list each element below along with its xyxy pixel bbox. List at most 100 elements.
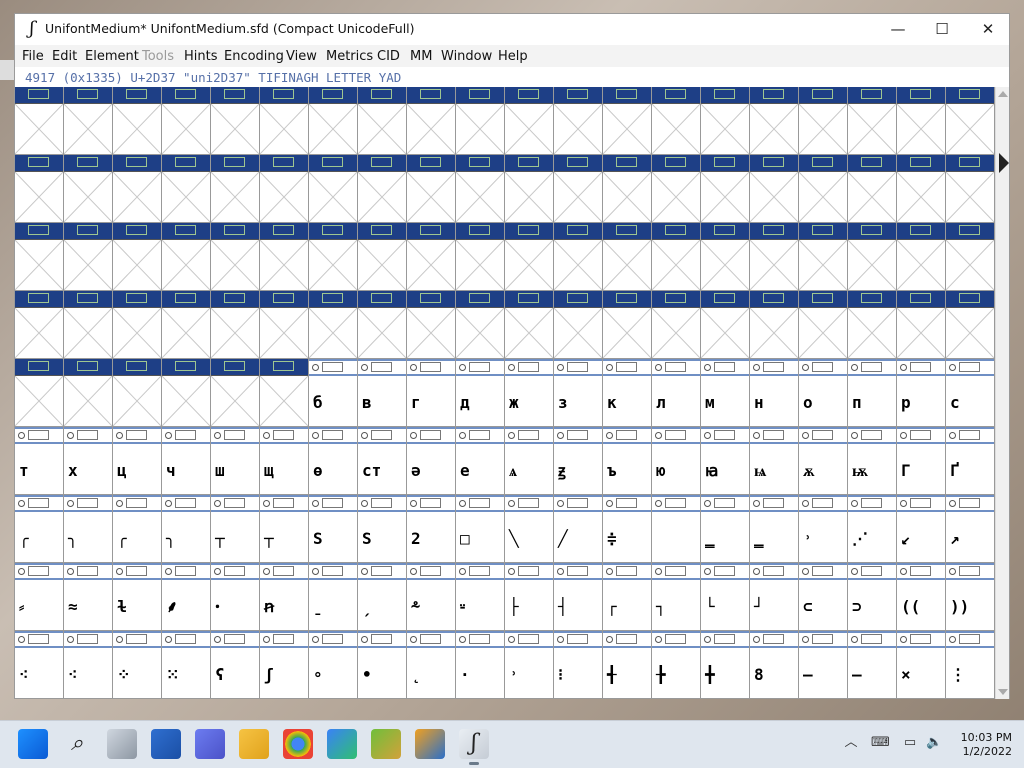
- glyph-cell[interactable]: м: [701, 359, 750, 427]
- glyph-cell[interactable]: [162, 359, 211, 427]
- glyph-cell[interactable]: [358, 291, 407, 359]
- glyph-cell[interactable]: ╮: [64, 495, 113, 563]
- glyph-cell[interactable]: к: [603, 359, 652, 427]
- chrome-icon[interactable]: [283, 729, 313, 759]
- glyph-cell[interactable]: ꙃ: [554, 427, 603, 495]
- glyph-cell[interactable]: [946, 291, 995, 359]
- glyph-cell[interactable]: ⋰: [848, 495, 897, 563]
- glyph-cell[interactable]: [113, 155, 162, 223]
- glyph-cell[interactable]: [407, 291, 456, 359]
- glyph-cell[interactable]: [260, 155, 309, 223]
- glyph-cell[interactable]: ╮: [162, 495, 211, 563]
- glyph-cell[interactable]: б: [309, 359, 358, 427]
- glyph-cell[interactable]: [113, 87, 162, 155]
- glyph-cell[interactable]: [701, 223, 750, 291]
- glyph-cell[interactable]: [456, 223, 505, 291]
- glyph-cell[interactable]: ≑: [603, 495, 652, 563]
- glyph-cell[interactable]: ˛: [407, 631, 456, 699]
- title-bar[interactable]: ʃ UnifontMedium* UnifontMedium.sfd (Comp…: [15, 14, 1009, 45]
- glyph-cell[interactable]: ·: [456, 631, 505, 699]
- glyph-cell[interactable]: [750, 291, 799, 359]
- glyph-cell[interactable]: ꙗ: [701, 427, 750, 495]
- glyph-cell[interactable]: ↙: [897, 495, 946, 563]
- glyph-cell[interactable]: ↗: [946, 495, 995, 563]
- glyph-cell[interactable]: [848, 155, 897, 223]
- chat-icon[interactable]: [195, 729, 225, 759]
- glyph-cell[interactable]: [554, 155, 603, 223]
- glyph-cell[interactable]: [407, 155, 456, 223]
- glyph-cell[interactable]: [750, 155, 799, 223]
- glyph-cell[interactable]: ⊃: [848, 563, 897, 631]
- minimize-button[interactable]: —: [875, 14, 921, 44]
- glyph-cell[interactable]: ⊂: [799, 563, 848, 631]
- glyph-cell[interactable]: о: [799, 359, 848, 427]
- glyph-cell[interactable]: ʕ: [211, 631, 260, 699]
- glyph-cell[interactable]: [554, 87, 603, 155]
- glyph-cell[interactable]: [652, 155, 701, 223]
- glyph-cell[interactable]: )): [946, 563, 995, 631]
- glyph-cell[interactable]: [897, 291, 946, 359]
- glyph-cell[interactable]: ж: [505, 359, 554, 427]
- glyph-cell[interactable]: Г: [897, 427, 946, 495]
- glyph-cell[interactable]: [260, 223, 309, 291]
- glyph-cell[interactable]: [309, 223, 358, 291]
- menu-mm[interactable]: MM: [410, 49, 432, 64]
- glyph-cell[interactable]: ъ: [603, 427, 652, 495]
- glyph-cell[interactable]: [309, 291, 358, 359]
- glyph-cell[interactable]: [113, 223, 162, 291]
- scroll-down-icon[interactable]: [998, 689, 1008, 695]
- glyph-cell[interactable]: ⁙: [162, 631, 211, 699]
- volume-icon[interactable]: 🔈: [926, 735, 942, 751]
- fontforge-icon[interactable]: ʃ: [459, 729, 489, 765]
- glyph-cell[interactable]: з: [554, 359, 603, 427]
- glyph-cell[interactable]: ѫ: [799, 427, 848, 495]
- clock[interactable]: 10:03 PM 1/2/2022: [958, 731, 1012, 759]
- glyph-cell[interactable]: ╭: [15, 495, 64, 563]
- glyph-cell[interactable]: х: [64, 427, 113, 495]
- glyph-cell[interactable]: [113, 291, 162, 359]
- glyph-cell[interactable]: [260, 87, 309, 155]
- glyph-cell[interactable]: •: [358, 631, 407, 699]
- glyph-cell[interactable]: ⁖: [15, 631, 64, 699]
- glyph-cell[interactable]: [456, 87, 505, 155]
- glyph-cell[interactable]: [652, 291, 701, 359]
- glyph-cell[interactable]: [554, 223, 603, 291]
- glyph-cell[interactable]: [848, 223, 897, 291]
- glyph-cell[interactable]: ю: [652, 427, 701, 495]
- network-icon[interactable]: ▭: [902, 735, 918, 751]
- glyph-cell[interactable]: ˏ: [358, 563, 407, 631]
- glyph-cell[interactable]: ⁘: [113, 631, 162, 699]
- glyph-cell[interactable]: д: [456, 359, 505, 427]
- vertical-scrollbar[interactable]: [995, 87, 1009, 699]
- store-icon[interactable]: [327, 729, 357, 759]
- menu-tools[interactable]: Tools: [142, 49, 174, 64]
- glyph-cell[interactable]: п: [848, 359, 897, 427]
- menu-encoding[interactable]: Encoding: [224, 49, 284, 64]
- glyph-cell[interactable]: ⋮: [946, 631, 995, 699]
- glyph-cell[interactable]: с: [946, 359, 995, 427]
- glyph-cell[interactable]: ╱: [554, 495, 603, 563]
- glyph-cell[interactable]: ╋: [701, 631, 750, 699]
- glyph-cell[interactable]: ┬: [260, 495, 309, 563]
- glyph-cell[interactable]: [211, 223, 260, 291]
- glyph-cell[interactable]: ∘: [309, 631, 358, 699]
- glyph-cell[interactable]: └: [701, 563, 750, 631]
- task-view-icon[interactable]: [107, 729, 137, 759]
- glyph-cell[interactable]: S: [309, 495, 358, 563]
- menu-edit[interactable]: Edit: [52, 49, 77, 64]
- glyph-cell[interactable]: ѩ: [750, 427, 799, 495]
- glyph-cell[interactable]: [211, 87, 260, 155]
- glyph-cell[interactable]: ⸛: [407, 563, 456, 631]
- widgets-icon[interactable]: [151, 729, 181, 759]
- glyph-cell[interactable]: ѭ: [848, 427, 897, 495]
- glyph-cell[interactable]: [162, 87, 211, 155]
- file-explorer-icon[interactable]: [239, 729, 269, 759]
- glyph-cell[interactable]: —: [799, 631, 848, 699]
- glyph-cell[interactable]: е: [456, 427, 505, 495]
- glyph-cell[interactable]: г: [407, 359, 456, 427]
- glyph-cell[interactable]: [897, 155, 946, 223]
- glyph-cell[interactable]: [64, 291, 113, 359]
- glyph-cell[interactable]: ә: [407, 427, 456, 495]
- glyph-cell[interactable]: [897, 87, 946, 155]
- glyph-cell[interactable]: [211, 155, 260, 223]
